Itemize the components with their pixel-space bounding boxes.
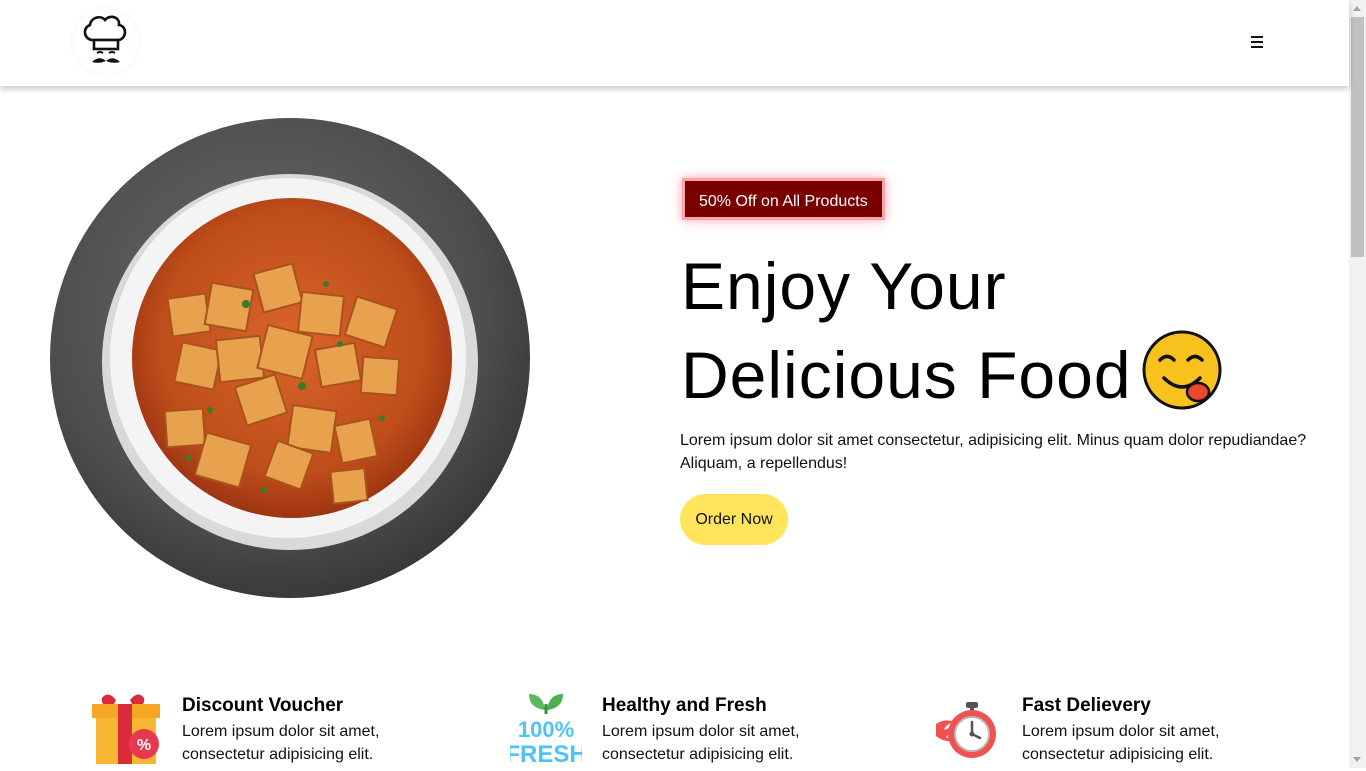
hero-title-line2: Delicious Food [681, 338, 1132, 412]
feature-fast-delivery: Fast Delievery Lorem ipsum dolor sit ame… [930, 690, 1270, 768]
feature-text: Lorem ipsum dolor sit amet, consectetur … [1022, 723, 1220, 763]
hero-title-line1: Enjoy Your [681, 249, 1007, 323]
hero-title: Enjoy Your Delicious Food [681, 244, 1321, 417]
hero-description: Lorem ipsum dolor sit amet consectetur, … [680, 432, 1307, 472]
chef-hat-logo-icon[interactable] [70, 6, 142, 78]
discount-badge: 50% Off on All Products [682, 178, 885, 220]
order-now-button[interactable]: Order Now [680, 494, 788, 545]
feature-text: Lorem ipsum dolor sit amet, consectetur … [182, 723, 380, 763]
gift-voucher-icon: % [90, 690, 162, 766]
scrollbar-thumb[interactable] [1351, 17, 1364, 257]
menu-bar [1251, 46, 1263, 48]
yum-face-emoji-icon [1140, 328, 1224, 412]
paneer-curry-bowl-image [50, 118, 530, 598]
feature-title: Discount Voucher [182, 695, 344, 716]
page-scrollbar[interactable] [1349, 0, 1366, 768]
fresh-icon-line1: 100% [518, 717, 574, 742]
feature-title: Fast Delievery [1022, 695, 1151, 716]
menu-bar [1251, 41, 1263, 43]
svg-text:%: % [137, 737, 151, 754]
fresh-icon-line2: FRESH [510, 741, 582, 766]
feature-title: Healthy and Fresh [602, 695, 767, 716]
hamburger-menu-icon[interactable] [1247, 32, 1269, 52]
feature-healthy-fresh: 100% FRESH Healthy and Fresh Lorem ipsum… [505, 690, 850, 768]
feature-discount-voucher: % Discount Voucher Lorem ipsum dolor sit… [90, 690, 430, 768]
site-header [0, 0, 1349, 86]
fresh-100-icon: 100% FRESH [505, 690, 587, 768]
scroll-up-arrow-icon[interactable] [1349, 0, 1366, 17]
menu-bar [1251, 36, 1263, 38]
feature-text: Lorem ipsum dolor sit amet, consectetur … [602, 723, 800, 763]
scroll-down-arrow-icon[interactable] [1349, 751, 1366, 768]
stopwatch-delivery-icon [930, 690, 1002, 766]
